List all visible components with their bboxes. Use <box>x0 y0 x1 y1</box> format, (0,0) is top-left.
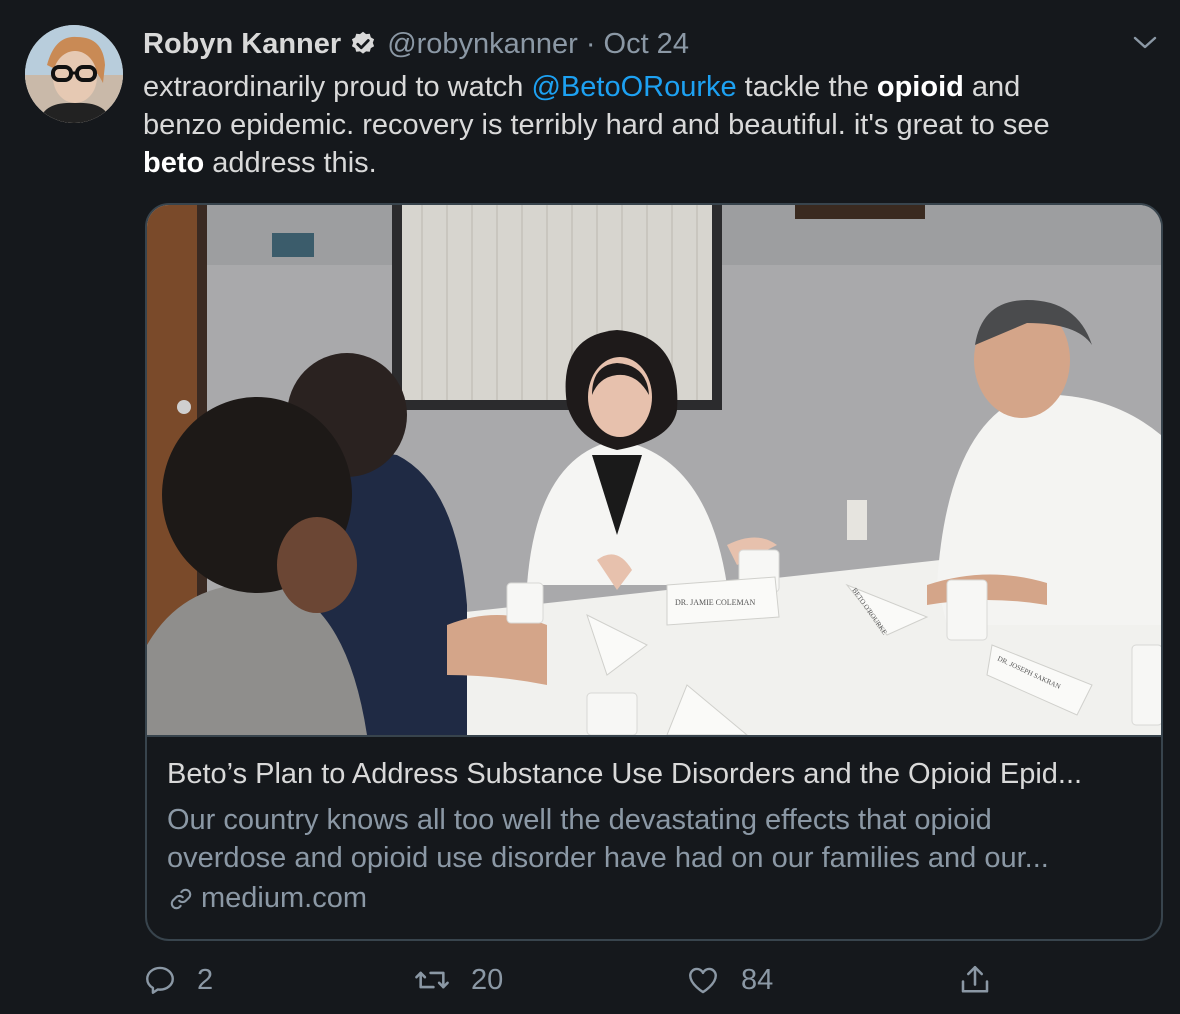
card-domain[interactable]: medium.com <box>167 882 367 915</box>
tweet-date[interactable]: Oct 24 <box>604 28 689 61</box>
nameplate-text: DR. JAMIE COLEMAN <box>675 598 755 607</box>
user-handle[interactable]: @robynkanner <box>387 28 578 61</box>
share-icon <box>961 965 989 993</box>
card-description-line: Our country knows all too well the devas… <box>167 804 992 836</box>
chevron-down-icon[interactable] <box>1132 34 1158 52</box>
card-title[interactable]: Beto’s Plan to Address Substance Use Dis… <box>167 758 1147 791</box>
retweet-icon <box>415 971 449 989</box>
tweet-text-segment: address this. <box>204 147 377 179</box>
heart-icon <box>689 967 717 994</box>
share-button[interactable] <box>957 955 1013 1005</box>
retweet-count: 20 <box>471 963 504 996</box>
link-card[interactable]: DR. JAMIE COLEMAN BETO O'ROURKE DR. JOSE… <box>145 203 1163 941</box>
tweet-text-bold: opioid <box>876 71 964 103</box>
separator-dot: · <box>585 27 596 60</box>
reply-button[interactable]: 2 <box>143 955 213 1005</box>
verified-badge-icon <box>349 30 377 58</box>
reply-count: 2 <box>197 963 214 996</box>
tweet-text-segment: extraordinarily proud to watch <box>143 71 532 103</box>
tweet-text: extraordinarily proud to watch @BetoORou… <box>143 68 1153 182</box>
link-icon <box>170 888 192 909</box>
reply-icon <box>146 966 174 994</box>
tweet[interactable]: Robyn Kanner @robynkanner · Oct 24 extra… <box>0 0 1180 1014</box>
mention-link[interactable]: @BetoORourke <box>531 71 736 103</box>
tweet-text-segment: tackle the <box>736 71 877 103</box>
like-button[interactable]: 84 <box>685 955 773 1005</box>
tweet-text-bold: beto <box>143 147 205 179</box>
tweet-text-segment: benzo epidemic. recovery is terribly har… <box>143 109 1050 141</box>
tweet-header: Robyn Kanner @robynkanner · Oct 24 <box>143 25 689 63</box>
display-name[interactable]: Robyn Kanner <box>143 28 341 61</box>
tweet-text-segment: and <box>963 71 1021 103</box>
card-image[interactable]: DR. JAMIE COLEMAN BETO O'ROURKE DR. JOSE… <box>147 205 1161 737</box>
card-description: Our country knows all too well the devas… <box>167 801 1137 877</box>
card-domain-text: medium.com <box>201 882 367 914</box>
like-count: 84 <box>741 963 774 996</box>
card-description-line: overdose and opioid use disorder have ha… <box>167 842 1049 874</box>
retweet-button[interactable]: 20 <box>413 955 503 1005</box>
tweet-actions: 2 20 84 <box>143 955 1023 1005</box>
avatar[interactable] <box>25 25 123 123</box>
